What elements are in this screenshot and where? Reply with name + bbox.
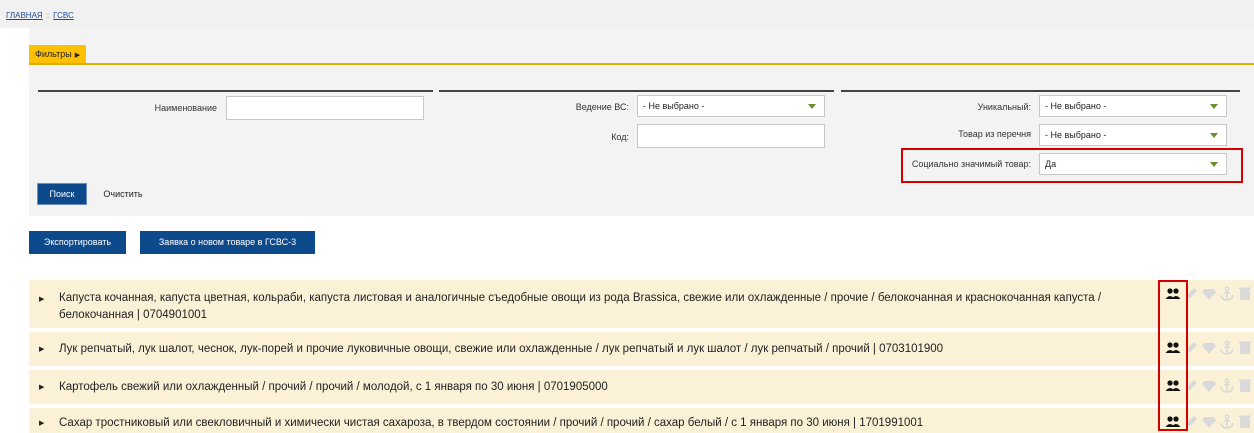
clear-button[interactable]: Очистить: [93, 183, 153, 205]
column-divider-3: [841, 90, 1240, 92]
vedenie-select[interactable]: - Не выбрано -: [637, 95, 825, 117]
list-item-text: Картофель свежий или охлажденный / прочи…: [59, 381, 608, 393]
filters-tab[interactable]: Фильтры ▶: [29, 45, 87, 64]
perechen-label: Товар из перечня: [958, 129, 1031, 139]
name-input[interactable]: [226, 96, 424, 120]
name-label: Наименование: [154, 103, 217, 113]
list-item[interactable]: ▶ Лук репчатый, лук шалот, чеснок, лук-п…: [29, 332, 1254, 366]
anchor-icon[interactable]: [1219, 286, 1235, 302]
breadcrumb-home-link[interactable]: ГЛАВНАЯ: [6, 11, 43, 20]
filter-panel: Фильтры ▶ Наименование Ведение ВС: - Не в…: [29, 28, 1254, 216]
caret-right-icon: ▶: [74, 52, 81, 59]
search-button[interactable]: Поиск: [37, 183, 87, 205]
list-item-text: Капуста кочанная, капуста цветная, кольр…: [59, 292, 1102, 321]
export-button[interactable]: Экспортировать: [29, 231, 126, 254]
column-divider-1: [38, 90, 433, 92]
expand-arrow-icon[interactable]: ▶: [39, 295, 44, 303]
breadcrumb: ГЛАВНАЯ:: ГСВС: [6, 11, 74, 20]
unique-select[interactable]: - Не выбрано -: [1039, 95, 1227, 117]
diamond-icon[interactable]: [1201, 340, 1217, 356]
trash-icon[interactable]: [1237, 378, 1253, 394]
anchor-icon[interactable]: [1219, 340, 1235, 356]
dropdown-arrow-icon: [1210, 133, 1218, 138]
users-icons-highlight: [1158, 280, 1188, 431]
expand-arrow-icon[interactable]: ▶: [39, 345, 44, 353]
list-item-text: Сахар тростниковый или свекловичный и хи…: [59, 417, 924, 429]
vedenie-label: Ведение ВС:: [575, 102, 629, 112]
diamond-icon[interactable]: [1201, 286, 1217, 302]
perechen-select-value: - Не выбрано -: [1045, 130, 1107, 140]
expand-arrow-icon[interactable]: ▶: [39, 419, 44, 427]
diamond-icon[interactable]: [1201, 378, 1217, 394]
list-item-text: Лук репчатый, лук шалот, чеснок, лук-пор…: [59, 343, 944, 355]
dropdown-arrow-icon: [1210, 162, 1218, 167]
filters-tab-label: Фильтры: [35, 49, 72, 59]
vedenie-select-value: - Не выбрано -: [643, 101, 705, 111]
trash-icon[interactable]: [1237, 340, 1253, 356]
social-select[interactable]: Да: [1039, 153, 1227, 175]
breadcrumb-separator: ::: [45, 11, 51, 20]
dropdown-arrow-icon: [808, 104, 816, 109]
top-bar: ГЛАВНАЯ:: ГСВС: [0, 0, 1254, 28]
diamond-icon[interactable]: [1201, 414, 1217, 430]
unique-select-value: - Не выбрано -: [1045, 101, 1107, 111]
expand-arrow-icon[interactable]: ▶: [39, 383, 44, 391]
list-item[interactable]: ▶ Сахар тростниковый или свекловичный и …: [29, 408, 1254, 433]
trash-icon[interactable]: [1237, 414, 1253, 430]
anchor-icon[interactable]: [1219, 414, 1235, 430]
anchor-icon[interactable]: [1219, 378, 1235, 394]
unique-label: Уникальный:: [977, 102, 1031, 112]
social-label: Социально значимый товар:: [911, 159, 1031, 169]
new-product-request-button[interactable]: Заявка о новом товаре в ГСВС-3: [140, 231, 315, 254]
kod-input[interactable]: [637, 124, 825, 148]
list-item[interactable]: ▶ Капуста кочанная, капуста цветная, кол…: [29, 280, 1254, 328]
column-divider-2: [439, 90, 834, 92]
dropdown-arrow-icon: [1210, 104, 1218, 109]
perechen-select[interactable]: - Не выбрано -: [1039, 124, 1227, 146]
trash-icon[interactable]: [1237, 286, 1253, 302]
breadcrumb-current-link[interactable]: ГСВС: [53, 11, 74, 20]
social-select-value: Да: [1045, 159, 1057, 169]
list-item[interactable]: ▶ Картофель свежий или охлажденный / про…: [29, 370, 1254, 404]
kod-label: Код:: [611, 132, 629, 142]
filters-tab-underline: [29, 63, 1254, 65]
